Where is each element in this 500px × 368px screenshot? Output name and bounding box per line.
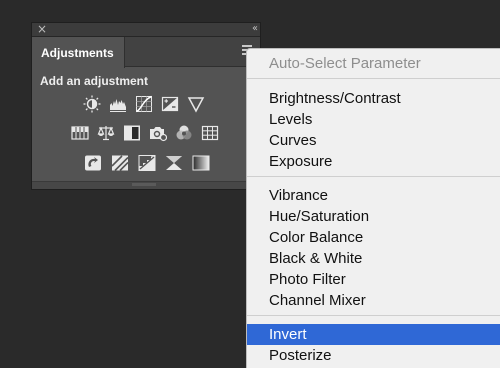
menu-item-posterize[interactable]: Posterize [247,345,500,366]
hue-saturation-icon[interactable] [70,123,90,143]
menu-item-auto-select-parameter: Auto-Select Parameter [269,55,421,72]
photo-filter-icon[interactable] [148,123,168,143]
menu-item-color-balance[interactable]: Color Balance [247,227,500,248]
menu-item-exposure[interactable]: Exposure [247,151,500,172]
menu-item-vibrance[interactable]: Vibrance [247,185,500,206]
adjustments-panel: × ‹‹ Adjustments Add an adjustment [31,22,261,190]
panel-footer [32,181,260,189]
gradient-map-icon[interactable] [191,153,211,173]
posterize-icon[interactable] [110,153,130,173]
curves-icon[interactable] [134,94,154,114]
levels-icon[interactable] [108,94,128,114]
vibrance-icon[interactable] [186,94,206,114]
menu-item-levels[interactable]: Levels [247,109,500,130]
color-lookup-icon[interactable] [200,123,220,143]
menu-separator [247,315,500,316]
selective-color-icon[interactable] [164,153,184,173]
add-adjustment-label: Add an adjustment [40,74,149,88]
close-icon[interactable]: × [37,22,47,36]
menu-item-black-white[interactable]: Black & White [247,248,500,269]
brightness-contrast-icon[interactable] [82,94,102,114]
adjustment-icons-row-1 [82,94,206,114]
adjustment-icons-row-2 [70,123,220,143]
color-balance-icon[interactable] [96,123,116,143]
exposure-icon[interactable] [160,94,180,114]
menu-separator [247,176,500,177]
black-white-icon[interactable] [122,123,142,143]
invert-icon[interactable] [83,153,103,173]
menu-item-curves[interactable]: Curves [247,130,500,151]
tab-adjustments[interactable]: Adjustments [32,37,125,68]
adjustment-icons-row-3 [83,153,211,173]
panel-tabbar: Adjustments [32,37,260,68]
menu-item-brightness-contrast[interactable]: Brightness/Contrast [247,88,500,109]
menu-item-invert[interactable]: Invert [247,324,500,345]
tab-adjustments-label: Adjustments [41,46,114,60]
resize-handle[interactable] [132,183,156,186]
menu-separator [247,78,500,79]
menu-item-channel-mixer[interactable]: Channel Mixer [247,290,500,311]
channel-mixer-icon[interactable] [174,123,194,143]
collapse-icon[interactable]: ‹‹ [252,22,258,36]
panel-titlebar[interactable]: × ‹‹ [32,22,260,37]
menu-item-photo-filter[interactable]: Photo Filter [247,269,500,290]
adjustments-panel-menu: Auto-Select Parameter Brightness/Contras… [246,48,500,368]
menu-item-hue-saturation[interactable]: Hue/Saturation [247,206,500,227]
threshold-icon[interactable] [137,153,157,173]
